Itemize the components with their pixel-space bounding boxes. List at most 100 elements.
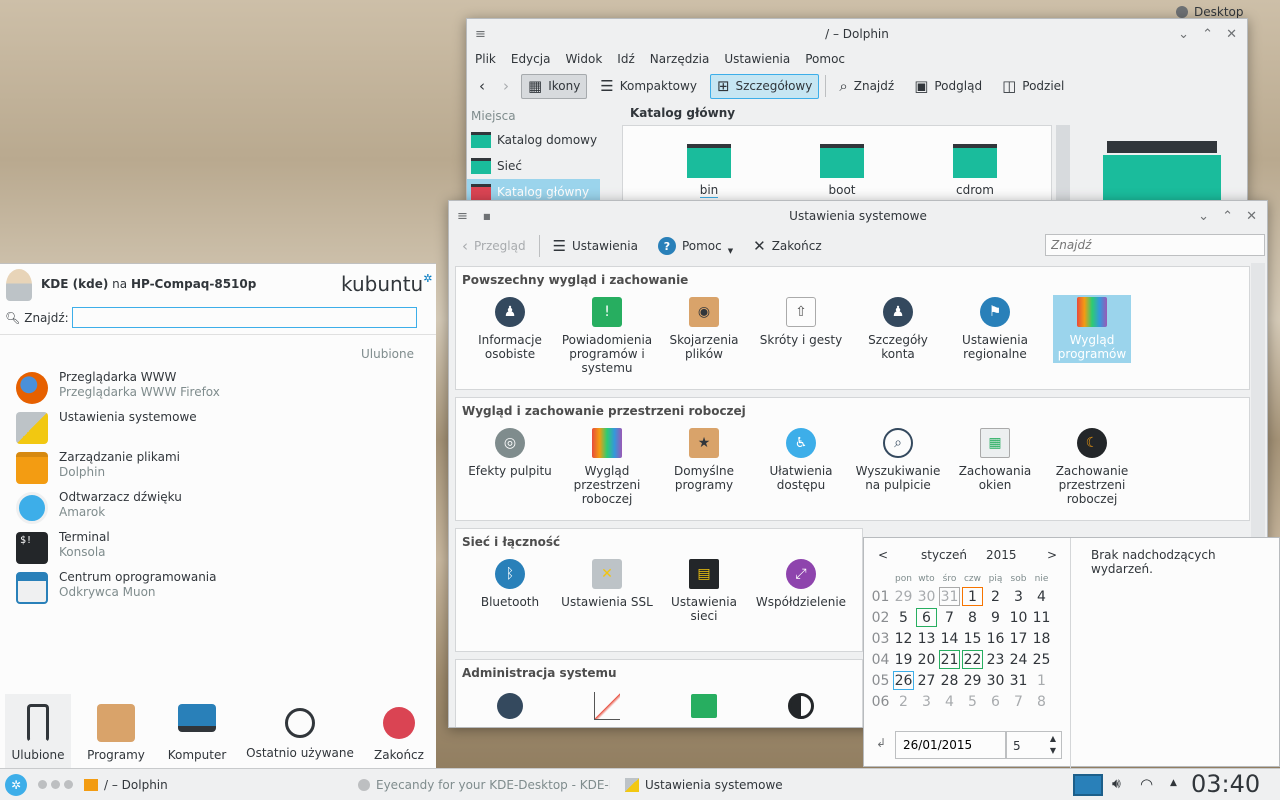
calendar-day[interactable]: 27: [915, 670, 938, 691]
calendar-day[interactable]: 12: [892, 628, 915, 649]
module-shortcuts[interactable]: ⇧ Skróty i gesty: [753, 297, 849, 347]
calendar-day[interactable]: 22: [961, 649, 984, 670]
task-settings[interactable]: Ustawienia systemowe: [625, 769, 783, 800]
folder-bin[interactable]: bin: [684, 144, 734, 198]
calendar-day[interactable]: 31: [1007, 670, 1030, 691]
calendar-day[interactable]: 3: [1007, 586, 1030, 607]
calendar-day[interactable]: 8: [1030, 691, 1053, 712]
calendar-day[interactable]: 30: [915, 586, 938, 607]
settings-titlebar[interactable]: ≡ ■ Ustawienia systemowe ⌄ ⌃ ✕: [449, 201, 1267, 231]
file-view-scrollbar[interactable]: [1056, 125, 1070, 202]
split-button[interactable]: ◫ Podziel: [995, 74, 1071, 99]
module-accessibility[interactable]: ♿ Ułatwienia dostępu: [753, 428, 849, 492]
preview-button[interactable]: ▣ Podgląd: [907, 74, 989, 99]
calendar-day[interactable]: 14: [938, 628, 961, 649]
volume-icon[interactable]: 🔊︎: [1112, 776, 1121, 792]
pin-icon[interactable]: ■: [483, 201, 491, 231]
minimize-icon[interactable]: ⌄: [1198, 201, 1209, 231]
close-icon[interactable]: ✕: [1226, 19, 1237, 49]
calendar-day[interactable]: 29: [961, 670, 984, 691]
calendar-day[interactable]: 25: [1030, 649, 1053, 670]
pager-desktop-icon[interactable]: [64, 780, 73, 789]
pager-desktop-icon[interactable]: [51, 780, 60, 789]
module-workspace-behavior[interactable]: ☾ Zachowanie przestrzeni roboczej: [1044, 428, 1140, 506]
favorite-software-center[interactable]: Centrum oprogramowania Odkrywca Muon: [16, 568, 416, 608]
minimize-icon[interactable]: ⌄: [1178, 19, 1189, 49]
year-label[interactable]: 2015: [986, 548, 1017, 562]
calendar-day[interactable]: 8: [961, 607, 984, 628]
module-bluetooth[interactable]: ᛒ Bluetooth: [462, 559, 558, 609]
forward-icon[interactable]: ›: [497, 78, 515, 94]
menu-plik[interactable]: Plik: [475, 52, 496, 66]
calendar-day[interactable]: 10: [1007, 607, 1030, 628]
calendar-day[interactable]: 9: [984, 607, 1007, 628]
tab-applications[interactable]: Programy: [80, 694, 152, 769]
month-label[interactable]: styczeń: [921, 548, 967, 562]
calendar-day[interactable]: 17: [1007, 628, 1030, 649]
favorite-file-manager[interactable]: Zarządzanie plikami Dolphin: [16, 448, 416, 488]
module-notifications[interactable]: ! Powiadomienia programów i systemu: [559, 297, 655, 375]
next-month-button[interactable]: >: [1047, 548, 1057, 562]
module-file-associations[interactable]: ◉ Skojarzenia plików: [656, 297, 752, 361]
configure-button[interactable]: ☰ Ustawienia: [546, 234, 645, 259]
menu-narzedzia[interactable]: Narzędzia: [650, 52, 710, 66]
avatar[interactable]: [6, 269, 32, 301]
calendar-day[interactable]: 29: [892, 586, 915, 607]
module-ssl[interactable]: ✕ Ustawienia SSL: [559, 559, 655, 609]
place-network[interactable]: Sieć: [467, 153, 604, 179]
calendar-day[interactable]: 1: [1030, 670, 1053, 691]
calendar-day[interactable]: 7: [938, 607, 961, 628]
task-dolphin[interactable]: / – Dolphin: [84, 769, 168, 800]
quit-button[interactable]: ✕ Zakończ: [746, 234, 829, 259]
pager-desktop-icon[interactable]: [38, 780, 47, 789]
close-icon[interactable]: ✕: [1246, 201, 1257, 231]
hardware-icon[interactable]: [691, 694, 717, 718]
spin-up-icon[interactable]: ▲: [1050, 734, 1056, 743]
calendar-day[interactable]: 31: [938, 586, 961, 607]
calendar-day[interactable]: 30: [984, 670, 1007, 691]
menu-widok[interactable]: Widok: [565, 52, 602, 66]
tray-expand-icon[interactable]: ▲: [1170, 778, 1177, 788]
maximize-icon[interactable]: ⌃: [1202, 19, 1213, 49]
tab-computer[interactable]: Komputer: [162, 694, 232, 769]
place-home[interactable]: Katalog domowy: [467, 127, 604, 153]
menu-edycja[interactable]: Edycja: [511, 52, 551, 66]
calendar-day[interactable]: 16: [984, 628, 1007, 649]
module-application-style[interactable]: Wygląd programów: [1053, 295, 1131, 363]
back-icon[interactable]: ‹: [473, 78, 491, 94]
calendar-day[interactable]: 11: [1030, 607, 1053, 628]
calendar-day[interactable]: 3: [915, 691, 938, 712]
calendar-day[interactable]: 28: [938, 670, 961, 691]
menu-idz[interactable]: Idź: [617, 52, 634, 66]
module-desktop-search[interactable]: ⌕ Wyszukiwanie na pulpicie: [850, 428, 946, 492]
module-desktop-effects[interactable]: ◎ Efekty pulpitu: [462, 428, 558, 478]
pager[interactable]: [38, 780, 73, 789]
launcher-search-input[interactable]: [72, 307, 417, 328]
favorite-firefox[interactable]: Przeglądarka WWW Przeglądarka WWW Firefox: [16, 368, 416, 408]
favorite-terminal[interactable]: $! Terminal Konsola: [16, 528, 416, 568]
module-workspace-theme[interactable]: Wygląd przestrzeni roboczej: [559, 428, 655, 506]
calendar-day[interactable]: 6: [915, 607, 938, 628]
tab-leave[interactable]: Zakończ: [370, 694, 428, 769]
help-button[interactable]: ? Pomoc ▼: [651, 232, 740, 260]
calendar-day[interactable]: 15: [961, 628, 984, 649]
clock-icon[interactable]: [497, 693, 523, 719]
overview-button[interactable]: ‹ Przegląd: [455, 234, 533, 259]
display-icon[interactable]: [1073, 774, 1103, 796]
task-browser[interactable]: Eyecandy for your KDE-Desktop - KDE-Look: [358, 769, 610, 800]
prev-month-button[interactable]: <: [878, 548, 888, 562]
folder-cdrom[interactable]: cdrom: [950, 144, 1000, 197]
module-sharing[interactable]: ⤢ Współdzielenie: [753, 559, 849, 609]
find-button[interactable]: ⌕ Znajdź: [832, 74, 901, 99]
calendar-day[interactable]: 7: [1007, 691, 1030, 712]
dolphin-titlebar[interactable]: ≡ / – Dolphin ⌄ ⌃ ✕: [467, 19, 1247, 49]
calendar-day[interactable]: 23: [984, 649, 1007, 670]
view-icons-button[interactable]: ▦ Ikony: [521, 73, 588, 99]
menu-ustawienia[interactable]: Ustawienia: [724, 52, 790, 66]
favorite-system-settings[interactable]: Ustawienia systemowe: [16, 408, 416, 448]
calendar-day[interactable]: 5: [892, 607, 915, 628]
calendar-day[interactable]: 4: [1030, 586, 1053, 607]
settings-search-input[interactable]: [1045, 234, 1265, 256]
module-regional-settings[interactable]: ⚑ Ustawienia regionalne: [947, 297, 1043, 361]
view-details-button[interactable]: ⊞ Szczegółowy: [709, 73, 820, 99]
